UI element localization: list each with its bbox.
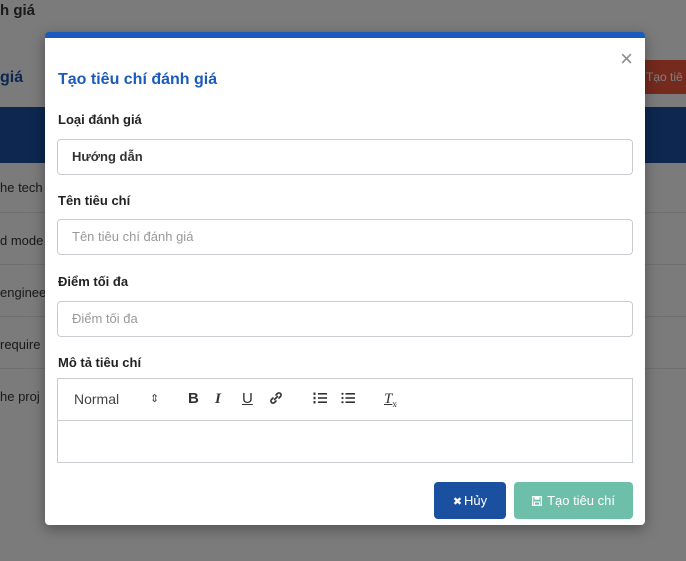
description-label: Mô tả tiêu chí (58, 355, 142, 370)
modal-title: Tạo tiêu chí đánh giá (58, 71, 218, 88)
close-icon: ✖ (452, 496, 463, 508)
description-textarea[interactable] (58, 421, 632, 463)
chevron-updown-icon[interactable]: ⇕ (150, 390, 159, 408)
type-label: Loại đánh giá (58, 112, 142, 127)
create-criterion-button[interactable]: Tạo tiêu chí (514, 482, 633, 519)
bold-icon[interactable]: B (188, 390, 199, 408)
underline-icon[interactable]: U (242, 390, 253, 408)
link-icon[interactable] (268, 390, 284, 410)
italic-icon[interactable]: I (215, 390, 221, 408)
save-icon (532, 496, 545, 508)
format-select[interactable]: Normal (74, 390, 119, 408)
clear-format-icon[interactable]: Tx (384, 390, 397, 413)
type-select[interactable]: Hướng dẫn (57, 139, 633, 175)
editor-toolbar: Normal ⇕ B I U Tx (58, 379, 632, 421)
max-score-label: Điểm tối đa (58, 274, 129, 289)
cancel-button[interactable]: ✖ Hủy (434, 482, 506, 519)
ordered-list-icon[interactable] (312, 390, 328, 410)
bullet-list-icon[interactable] (340, 390, 356, 410)
name-input[interactable]: Tên tiêu chí đánh giá (57, 219, 633, 255)
description-editor: Normal ⇕ B I U Tx (57, 378, 633, 463)
max-score-input[interactable]: Điểm tối đa (57, 301, 633, 337)
close-icon[interactable]: × (620, 48, 633, 70)
create-criterion-modal: × Tạo tiêu chí đánh giá Loại đánh giá Hư… (45, 32, 645, 525)
name-label: Tên tiêu chí (58, 193, 131, 208)
